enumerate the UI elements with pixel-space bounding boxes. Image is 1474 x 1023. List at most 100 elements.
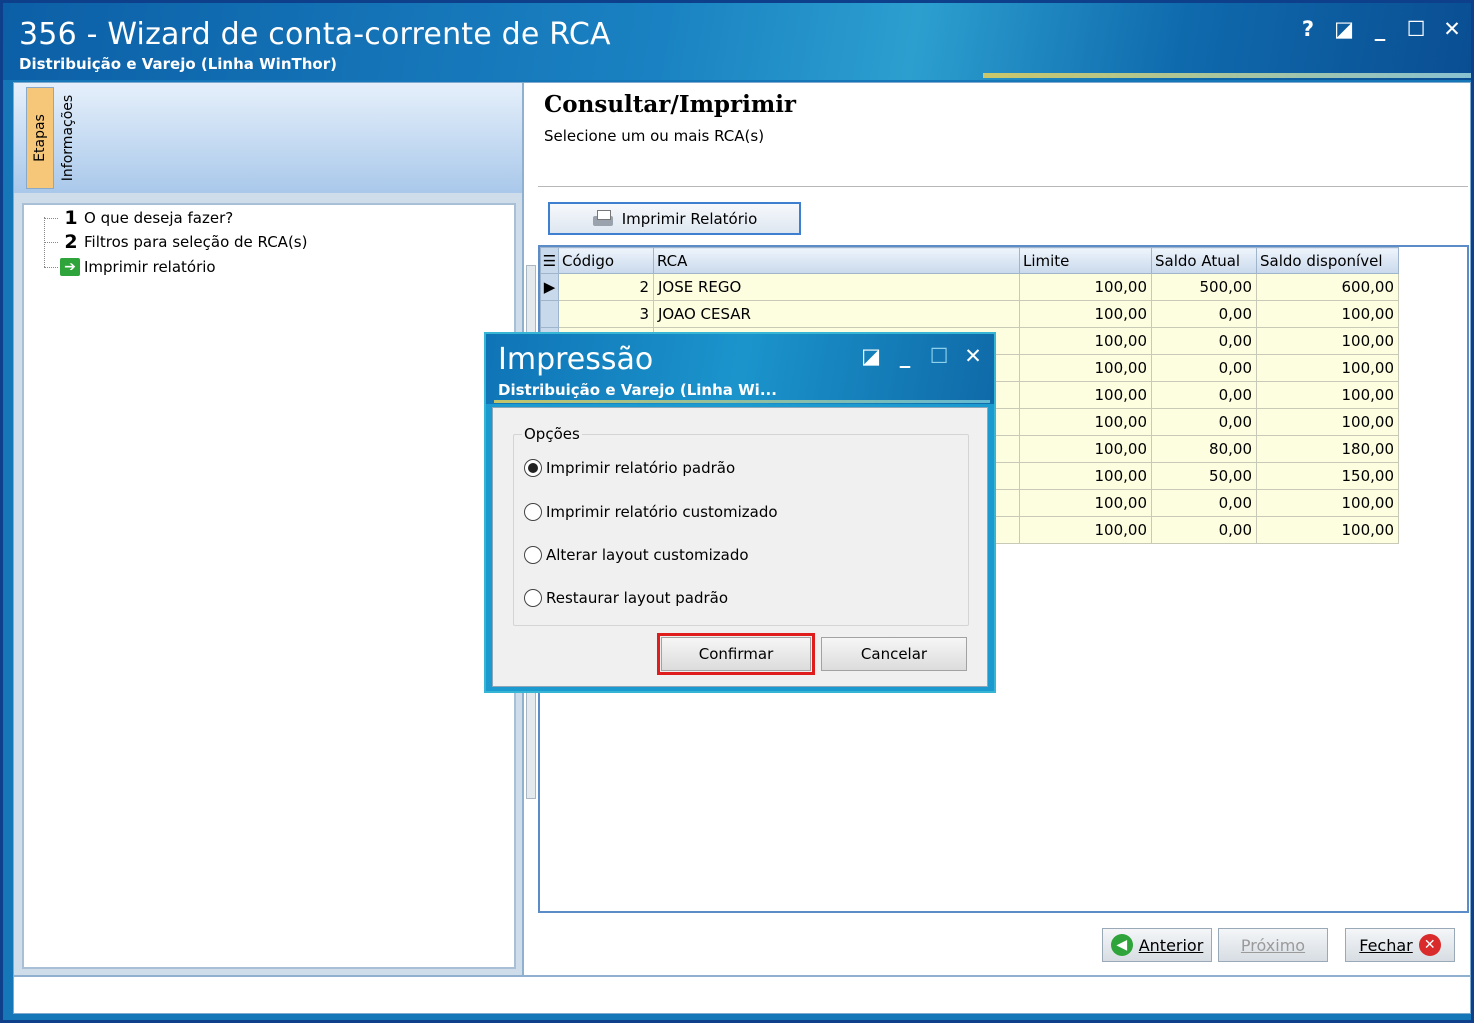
column-header-saldo-disponivel[interactable]: Saldo disponível [1256,247,1399,274]
table-cell[interactable]: 100,00 [1256,489,1399,517]
table-cell[interactable]: 100,00 [1256,408,1399,436]
prev-label: Anterior [1138,935,1204,955]
radio-label: Alterar layout customizado [546,546,749,564]
table-cell[interactable]: JOSE REGO [653,273,1020,301]
table-cell[interactable]: 100,00 [1256,516,1399,544]
table-cell[interactable]: 0,00 [1151,354,1257,382]
dialog-controls: ◪ _ ☐ ✕ [860,344,984,368]
radio-print-default[interactable]: Imprimir relatório padrão [524,459,735,477]
table-cell[interactable]: 0,00 [1151,516,1257,544]
table-cell[interactable]: 0,00 [1151,300,1257,328]
title-stripe [983,73,1471,78]
title-bar[interactable]: 356 - Wizard de conta-corrente de RCA Di… [3,3,1471,80]
green-arrow-icon: ➔ [60,258,80,276]
table-cell[interactable]: 100,00 [1019,300,1152,328]
table-cell[interactable]: 150,00 [1256,462,1399,490]
row-indicator[interactable] [540,300,559,328]
table-cell[interactable]: 3 [558,300,654,328]
radio-print-custom[interactable]: Imprimir relatório customizado [524,503,778,521]
printer-icon [592,209,614,228]
table-cell[interactable]: 100,00 [1019,327,1152,355]
tab-informacoes[interactable]: Informações [54,87,82,189]
print-dialog: Impressão Distribuição e Varejo (Linha W… [484,332,996,693]
step-number: 2 [64,231,78,253]
steps-panel: Etapas Informações 1 O que deseja fazer?… [14,83,524,975]
dialog-title: Impressão [498,342,654,377]
column-header-rca[interactable]: RCA [653,247,1020,274]
column-header-limite[interactable]: Limite [1019,247,1152,274]
step-item-2[interactable]: 2 Filtros para seleção de RCA(s) [58,231,307,253]
table-cell[interactable]: 100,00 [1019,273,1152,301]
radio-indicator [524,589,542,607]
table-cell[interactable]: 100,00 [1256,381,1399,409]
print-report-button[interactable]: Imprimir Relatório [548,202,801,235]
next-button[interactable]: Próximo [1218,928,1328,962]
table-cell[interactable]: 100,00 [1256,300,1399,328]
close-icon[interactable]: ✕ [962,344,984,368]
radio-restore-layout[interactable]: Restaurar layout padrão [524,589,728,607]
next-label: Próximo [1240,935,1306,955]
tab-etapas[interactable]: Etapas [26,87,54,189]
radio-label: Imprimir relatório padrão [546,459,736,477]
table-cell[interactable]: 0,00 [1151,327,1257,355]
close-circle-icon: ✕ [1418,934,1441,956]
table-row[interactable]: 3 JOAO CESAR 100,00 0,00 100,00 [540,300,1399,328]
table-cell[interactable]: 2 [558,273,654,301]
table-cell[interactable]: 100,00 [1019,435,1152,463]
table-row[interactable]: ▶ 2 JOSE REGO 100,00 500,00 600,00 [540,273,1399,301]
table-cell[interactable]: 100,00 [1019,462,1152,490]
column-header-codigo[interactable]: Código [558,247,654,274]
table-cell[interactable]: 100,00 [1019,516,1152,544]
minimize-icon[interactable]: _ [894,344,916,368]
radio-edit-layout[interactable]: Alterar layout customizado [524,546,749,564]
table-cell[interactable]: 600,00 [1256,273,1399,301]
window-subtitle: Distribuição e Varejo (Linha WinThor) [19,55,337,73]
table-cell[interactable]: 100,00 [1019,408,1152,436]
tab-etapas-label: Etapas [32,114,48,162]
table-cell[interactable]: 100,00 [1256,354,1399,382]
close-button[interactable]: Fechar ✕ [1345,928,1455,962]
grid-menu-icon[interactable]: ☰ [540,247,559,274]
back-arrow-icon: ◀ [1110,934,1133,956]
print-report-label: Imprimir Relatório [621,209,758,228]
close-icon[interactable]: ✕ [1441,17,1463,41]
dialog-title-stripe [494,400,990,403]
maximize-icon[interactable]: ☐ [1405,17,1427,41]
table-cell[interactable]: 0,00 [1151,408,1257,436]
window-title: 356 - Wizard de conta-corrente de RCA [19,17,611,52]
minimize-icon[interactable]: _ [1369,17,1391,41]
table-cell[interactable]: 0,00 [1151,381,1257,409]
confirm-button[interactable]: Confirmar [657,633,815,675]
table-cell[interactable]: 0,00 [1151,489,1257,517]
restore-icon[interactable]: ◪ [860,344,882,368]
table-cell[interactable]: 100,00 [1256,327,1399,355]
dialog-title-bar[interactable]: Impressão Distribuição e Varejo (Linha W… [486,334,994,404]
options-group: Opções Imprimir relatório padrão Imprimi… [513,425,969,626]
column-header-saldo-atual[interactable]: Saldo Atual [1151,247,1257,274]
table-cell[interactable]: 100,00 [1019,381,1152,409]
cancel-button[interactable]: Cancelar [821,637,967,671]
prev-button[interactable]: ◀ Anterior [1102,928,1212,962]
table-cell[interactable]: 100,00 [1019,489,1152,517]
radio-indicator [524,503,542,521]
table-cell[interactable]: 50,00 [1151,462,1257,490]
dialog-body: Opções Imprimir relatório padrão Imprimi… [492,407,988,687]
restore-icon[interactable]: ◪ [1333,17,1355,41]
table-cell[interactable]: 180,00 [1256,435,1399,463]
table-cell[interactable]: 500,00 [1151,273,1257,301]
step-label: O que deseja fazer? [84,209,234,227]
step-item-3[interactable]: ➔ Imprimir relatório [58,256,216,278]
table-cell[interactable]: JOAO CESAR [653,300,1020,328]
window-controls: ? ◪ _ ☐ ✕ [1297,17,1463,41]
table-cell[interactable]: 80,00 [1151,435,1257,463]
row-pointer-icon[interactable]: ▶ [540,273,559,301]
maximize-icon: ☐ [929,344,949,368]
close-label: Fechar [1359,935,1413,955]
step-label: Imprimir relatório [84,258,216,276]
step-item-1[interactable]: 1 O que deseja fazer? [58,207,233,229]
table-cell[interactable]: 100,00 [1019,354,1152,382]
options-group-label: Opções [522,425,582,443]
radio-indicator [524,546,542,564]
radio-indicator [524,459,542,477]
help-icon[interactable]: ? [1297,17,1319,41]
